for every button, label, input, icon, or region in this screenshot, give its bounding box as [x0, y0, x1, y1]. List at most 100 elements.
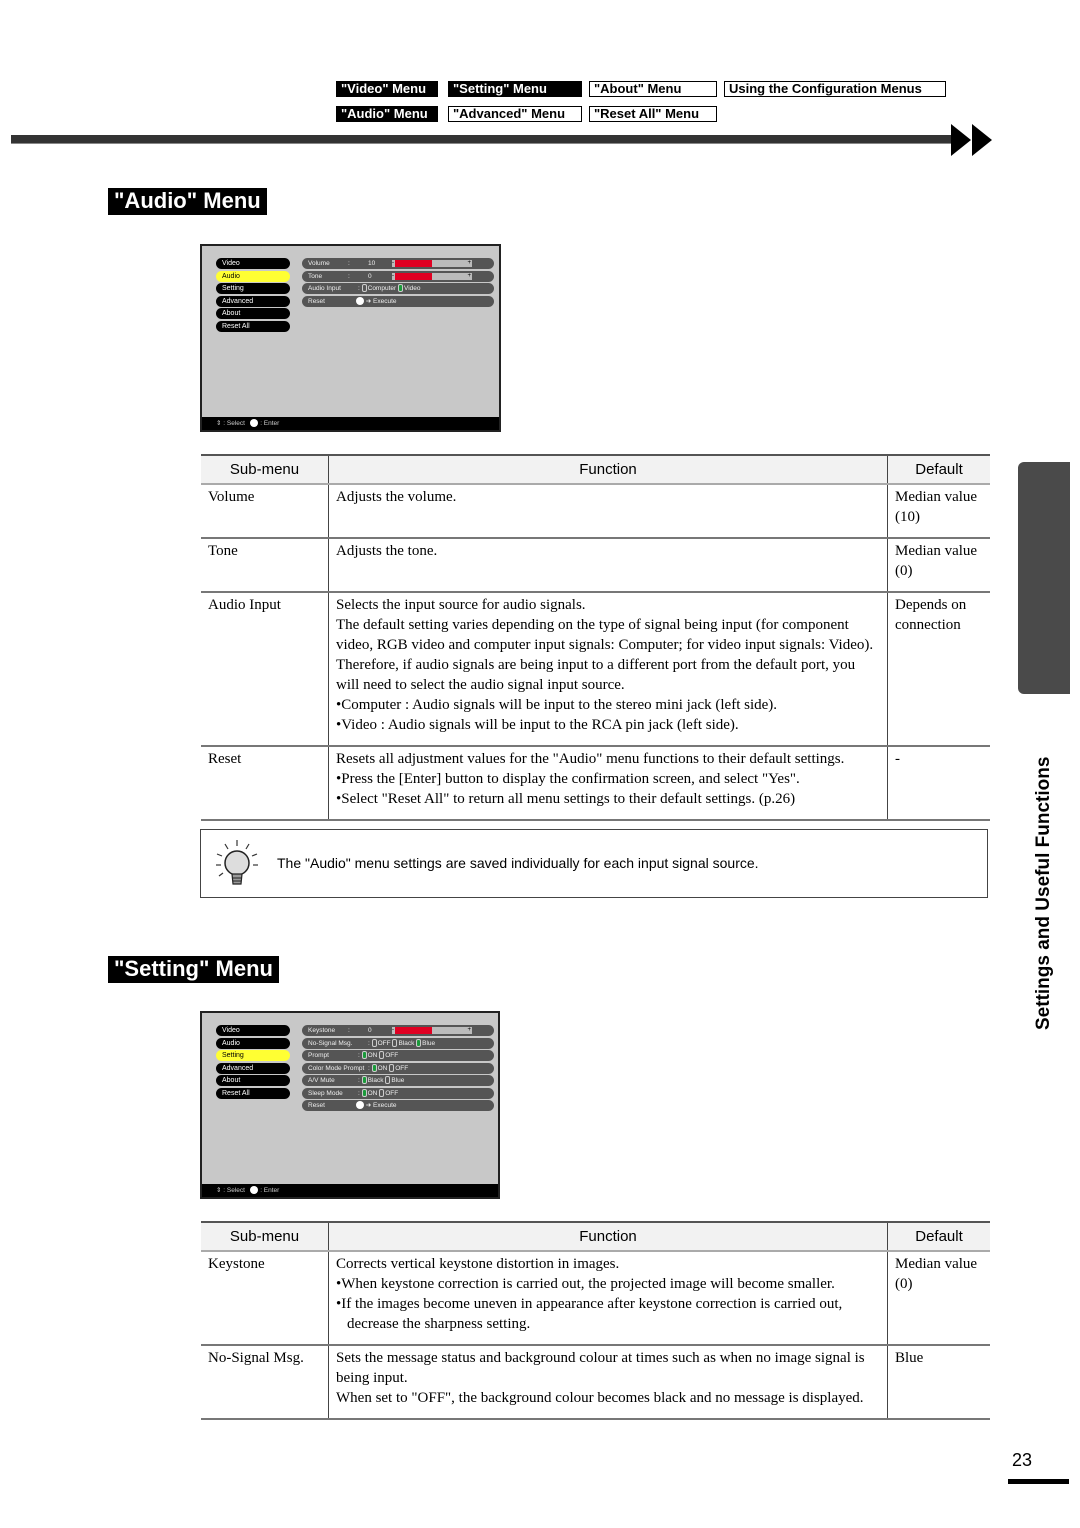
osd-slider[interactable]: - + — [392, 272, 472, 280]
osd-option-label: OFF — [395, 1064, 409, 1072]
chapter-label: Settings and Useful Functions — [1033, 756, 1054, 1030]
minus-icon: - — [392, 1027, 394, 1033]
osd-menu-item-audio[interactable]: Audio — [216, 270, 290, 282]
cell-function: Resets all adjustment values for the "Au… — [328, 746, 888, 821]
radio-icon[interactable] — [379, 1051, 385, 1060]
next-page-arrows-icon[interactable] — [951, 124, 997, 156]
minus-icon: - — [392, 260, 394, 266]
osd-slider-fill — [395, 272, 432, 280]
osd-footer-enter: : Enter — [260, 420, 280, 427]
osd-setting-sleep-mode[interactable]: Sleep Mode: ON OFF — [302, 1087, 494, 1099]
cell-submenu: Tone — [201, 538, 329, 593]
setting-osd-screenshot: Video Audio Setting Advanced About Reset All … — [200, 1011, 500, 1199]
osd-option-label: Blue — [391, 1077, 405, 1084]
osd-menu-item-setting[interactable]: Setting — [216, 283, 290, 294]
cell-submenu: Reset — [201, 746, 329, 821]
nav-using-configuration-menus[interactable]: Using the Configuration Menus — [724, 81, 946, 97]
nav-audio-menu[interactable]: "Audio" Menu — [336, 106, 438, 122]
function-line: Adjusts the volume. — [336, 489, 457, 505]
cell-function: Corrects vertical keystone distortion in… — [328, 1251, 888, 1346]
header-default: Default — [887, 1221, 990, 1252]
osd-menu-item-reset-all[interactable]: Reset All — [216, 1087, 290, 1099]
osd-slider[interactable]: - + — [392, 260, 472, 267]
radio-icon[interactable] — [397, 284, 403, 293]
radio-icon[interactable] — [385, 1076, 391, 1085]
osd-options: : Black Blue — [358, 1075, 404, 1086]
chapter-tab[interactable] — [1018, 462, 1070, 694]
nav-advanced-menu[interactable]: "Advanced" Menu — [448, 106, 582, 122]
radio-icon[interactable] — [371, 1038, 377, 1047]
function-line: Selects the input source for audio signa… — [336, 597, 586, 613]
osd-setting-keystone[interactable]: Keystone:0- + — [302, 1025, 494, 1036]
osd-menu-item-about[interactable]: About — [216, 1075, 290, 1086]
osd-action-label: ➜ Execute — [364, 297, 397, 305]
header-default: Default — [887, 454, 990, 485]
nav-video-menu[interactable]: "Video" Menu — [336, 81, 438, 97]
osd-menu-item-about[interactable]: About — [216, 308, 290, 319]
osd-footer-enter: : Enter — [260, 1187, 280, 1194]
function-line: •Press the [Enter] button to display the… — [336, 771, 800, 787]
osd-menu-item-video[interactable]: Video — [216, 258, 290, 269]
updown-icon: ⇕ — [216, 1187, 222, 1194]
radio-icon[interactable] — [389, 1063, 395, 1072]
osd-option-label: Computer — [367, 285, 398, 292]
osd-setting-value: 0 — [368, 272, 372, 280]
osd-setting-color-mode-prompt[interactable]: Color Mode Prompt: ON OFF — [302, 1062, 494, 1074]
osd-setting-volume[interactable]: Volume:10- + — [302, 258, 494, 269]
osd-menu-item-advanced[interactable]: Advanced — [216, 295, 290, 307]
radio-icon[interactable] — [379, 1088, 385, 1097]
cell-function: Adjusts the volume. — [328, 484, 888, 539]
osd-options: : ON OFF — [358, 1088, 398, 1099]
osd-slider[interactable]: - + — [392, 1027, 472, 1034]
osd-action: ➜ Execute — [356, 296, 397, 307]
osd-menu-item-setting[interactable]: Setting — [216, 1050, 290, 1061]
osd-menu-item-video[interactable]: Video — [216, 1025, 290, 1036]
page-number: 23 — [1012, 1450, 1033, 1470]
osd-setting-no-signal-msg-[interactable]: No-Signal Msg.: OFF Black Blue — [302, 1037, 494, 1049]
osd-menu-item-reset-all[interactable]: Reset All — [216, 320, 290, 332]
function-line: The default setting varies depending on … — [336, 617, 874, 693]
function-line: Sets the message status and background c… — [336, 1350, 865, 1386]
osd-options: : OFF Black Blue — [368, 1038, 435, 1049]
osd-option-label: OFF — [385, 1052, 399, 1059]
osd-setting-reset[interactable]: Reset ➜ Execute — [302, 295, 494, 307]
osd-menu-item-advanced[interactable]: Advanced — [216, 1062, 290, 1074]
header-submenu: Sub-menu — [201, 1221, 329, 1252]
nav-about-menu[interactable]: "About" Menu — [589, 81, 717, 97]
osd-menu-item-audio[interactable]: Audio — [216, 1037, 290, 1049]
osd-setting-prompt[interactable]: Prompt: ON OFF — [302, 1050, 494, 1061]
note-text: The "Audio" menu settings are saved indi… — [277, 855, 759, 871]
osd-setting-label: A/V Mute — [308, 1077, 335, 1084]
radio-icon[interactable] — [371, 1063, 377, 1072]
osd-action-label: ➜ Execute — [364, 1102, 397, 1109]
cell-submenu: Keystone — [201, 1251, 329, 1346]
osd-left-menu: Video Audio Setting Advanced About Reset All — [216, 1025, 290, 1100]
header-function: Function — [328, 454, 888, 485]
cell-submenu: Volume — [201, 484, 329, 539]
cell-function: Sets the message status and background c… — [328, 1345, 888, 1420]
osd-setting-reset[interactable]: Reset ➜ Execute — [302, 1100, 494, 1111]
radio-icon[interactable] — [361, 1088, 367, 1097]
enter-icon — [356, 296, 364, 305]
table-row: Volume Adjusts the volume. Median value (1… — [201, 484, 990, 539]
osd-setting-audio-input[interactable]: Audio Input: Computer Video — [302, 283, 494, 294]
osd-option-label: OFF — [385, 1089, 399, 1097]
nav-reset-all-menu[interactable]: "Reset All" Menu — [589, 106, 717, 122]
osd-footer-select: : Select — [223, 1187, 245, 1194]
radio-icon[interactable] — [416, 1038, 422, 1047]
setting-menu-title: "Setting" Menu — [108, 956, 279, 983]
osd-options: : Computer Video — [358, 283, 421, 294]
header-submenu: Sub-menu — [201, 454, 329, 485]
radio-icon[interactable] — [361, 1076, 367, 1085]
radio-icon[interactable] — [392, 1038, 398, 1047]
nav-setting-menu[interactable]: "Setting" Menu — [448, 81, 582, 97]
osd-setting-tone[interactable]: Tone:0- + — [302, 270, 494, 282]
cell-default: Median value (10) — [887, 484, 990, 539]
radio-icon[interactable] — [361, 284, 367, 293]
radio-icon[interactable] — [361, 1051, 367, 1060]
audio-menu-table: Sub-menu Function Default Volume Adjusts … — [201, 454, 990, 821]
cell-function: Selects the input source for audio signa… — [328, 592, 888, 747]
table-header-row: Sub-menu Function Default — [201, 454, 990, 485]
osd-option-label: ON — [367, 1052, 380, 1059]
osd-setting-a-v-mute[interactable]: A/V Mute : Black Blue — [302, 1075, 494, 1086]
